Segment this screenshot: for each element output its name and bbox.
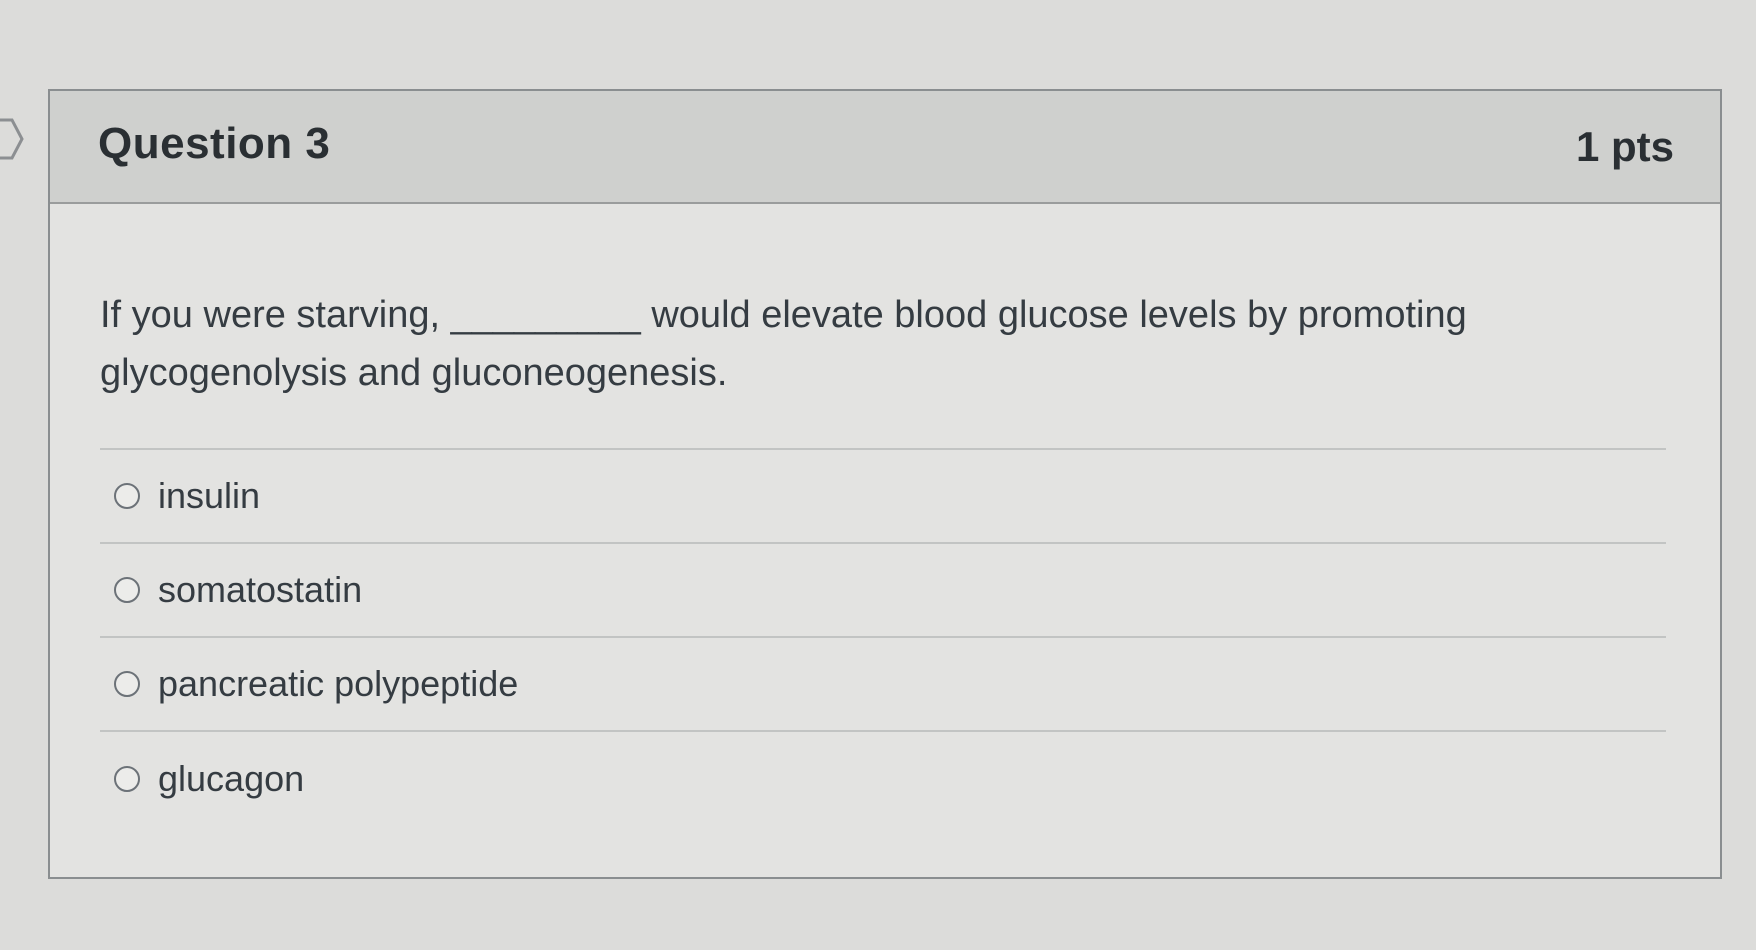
question-title: Question 3 <box>98 119 331 168</box>
question-card: Question 3 1 pts If you were starving, _… <box>48 89 1722 879</box>
answer-label[interactable]: glucagon <box>158 758 304 800</box>
question-points: 1 pts <box>1575 123 1674 170</box>
answer-option-somatostatin[interactable]: somatostatin <box>100 544 1666 638</box>
question-text-line-1: If you were starving, _________ would el… <box>100 294 1467 336</box>
question-text-line-2: glycogenolysis and gluconeogenesis. <box>100 352 728 394</box>
question-text: If you were starving, _________ would el… <box>100 286 1500 402</box>
answer-option-pancreatic-polypeptide[interactable]: pancreatic polypeptide <box>100 638 1666 732</box>
answer-label[interactable]: insulin <box>158 475 260 517</box>
answer-list: insulin somatostatin pancreatic polypept… <box>100 448 1666 826</box>
radio-icon[interactable] <box>114 766 140 792</box>
answer-option-insulin[interactable]: insulin <box>100 450 1666 544</box>
answer-option-glucagon[interactable]: glucagon <box>100 732 1666 826</box>
chevron-right-icon[interactable] <box>0 118 24 160</box>
radio-icon[interactable] <box>114 483 140 509</box>
radio-icon[interactable] <box>114 577 140 603</box>
radio-icon[interactable] <box>114 671 140 697</box>
answer-label[interactable]: pancreatic polypeptide <box>158 663 518 705</box>
answer-label[interactable]: somatostatin <box>158 569 362 611</box>
question-header: Question 3 1 pts <box>50 91 1720 204</box>
